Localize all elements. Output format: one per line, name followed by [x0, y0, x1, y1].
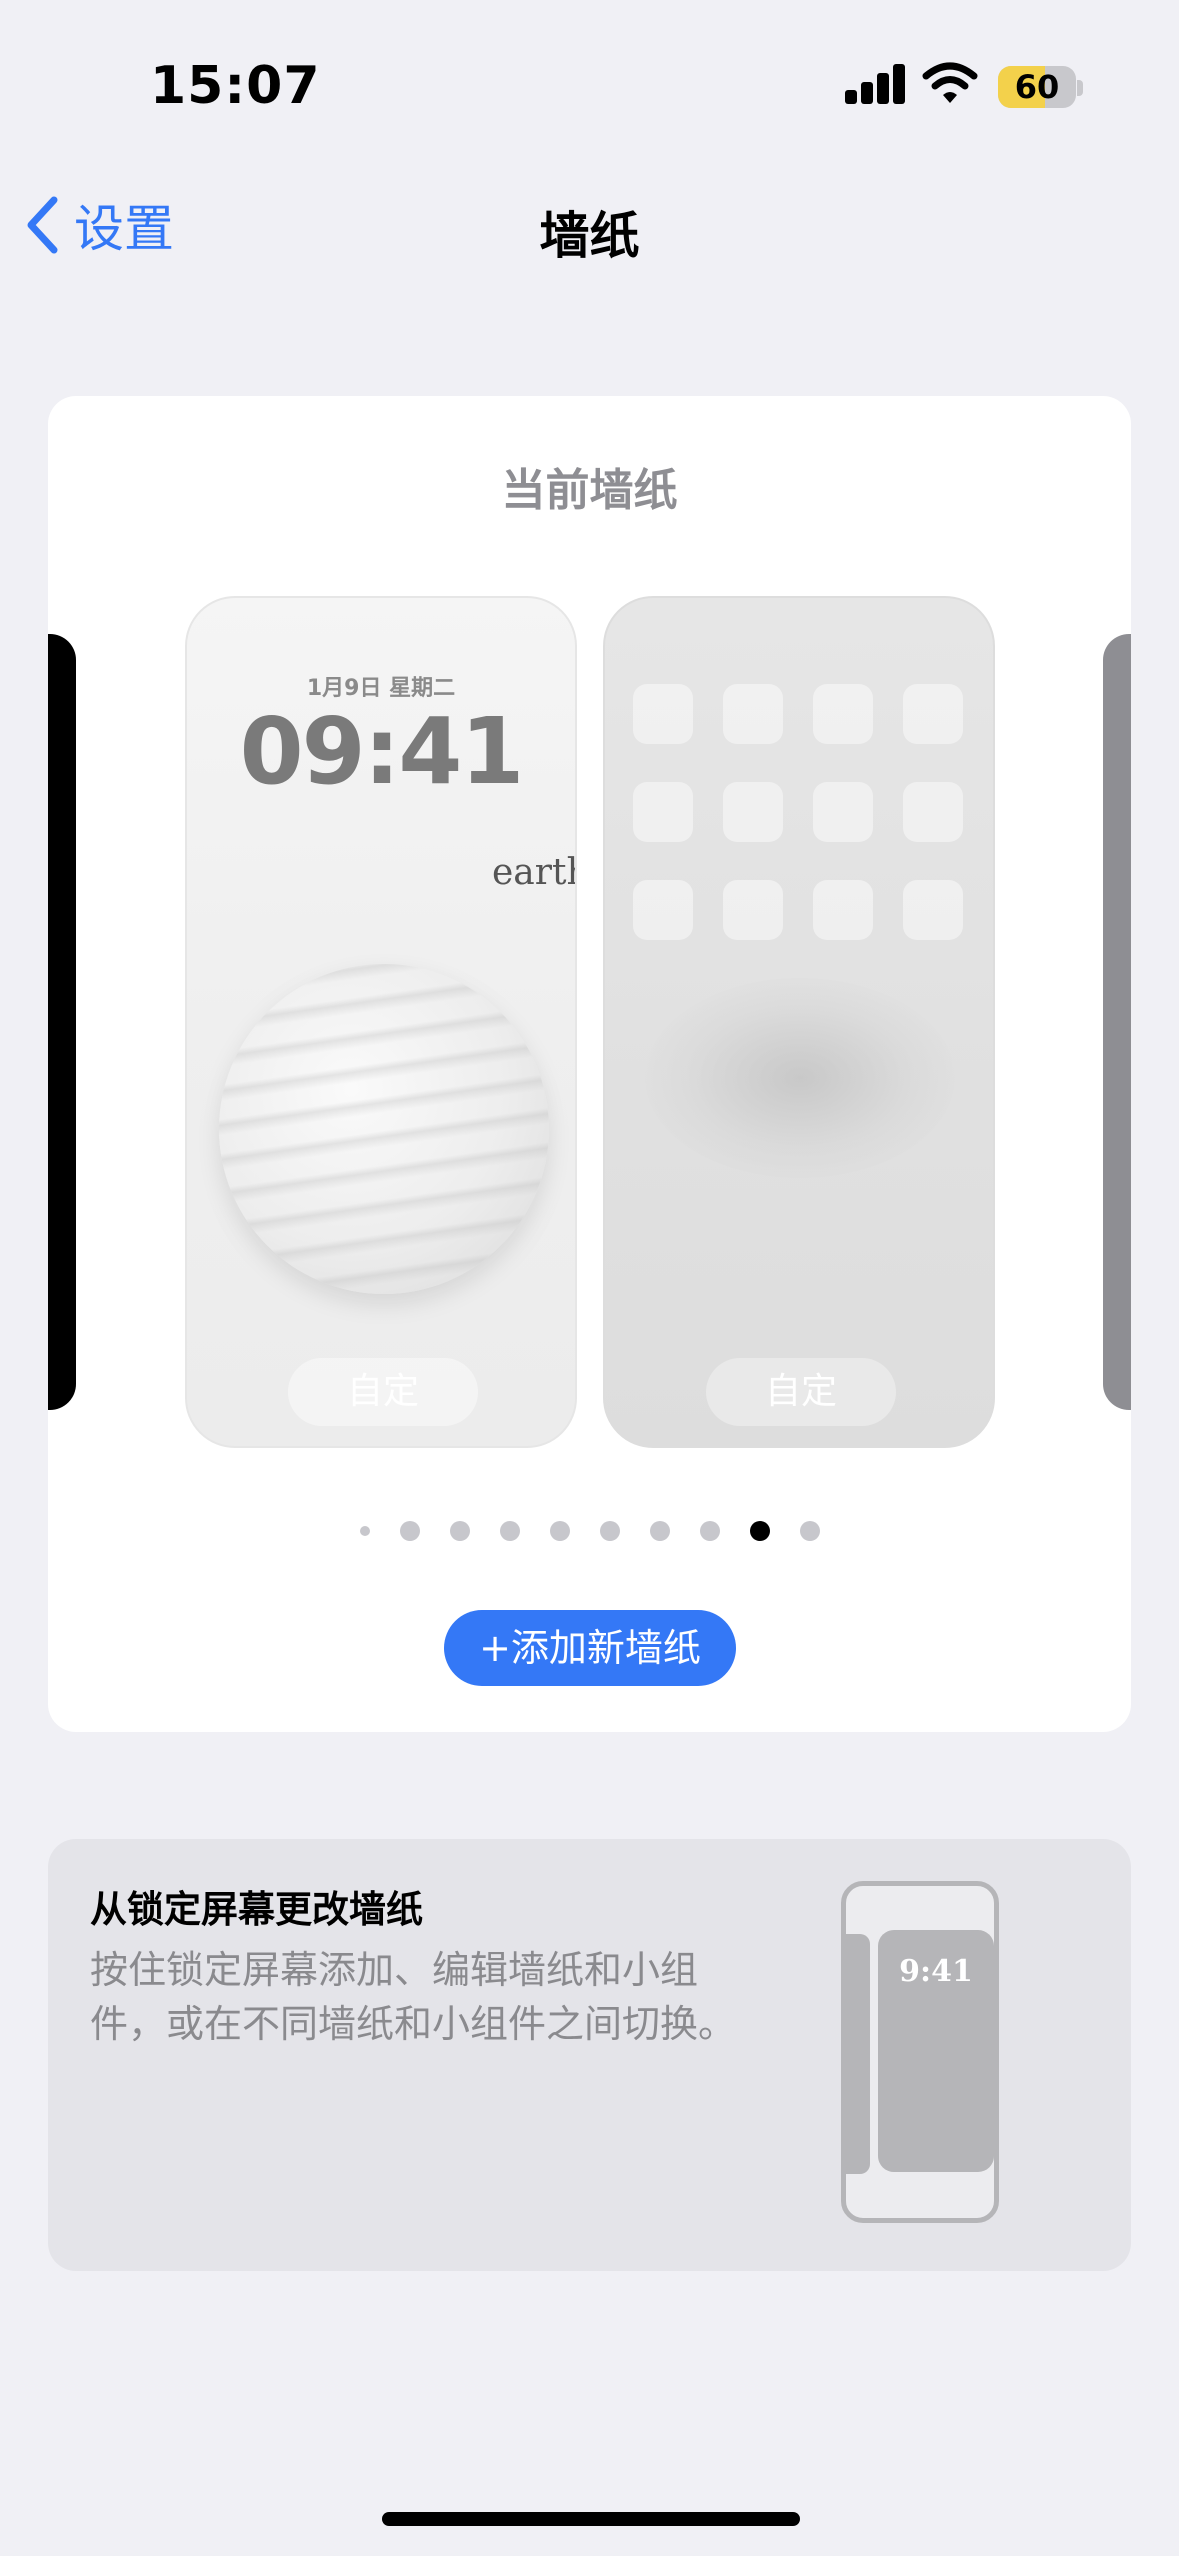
illustration-back-screen — [846, 1934, 870, 2174]
page-dot[interactable] — [649, 1521, 670, 1541]
current-wallpaper-card: 当前墙纸 1月9日 星期二 09:41 earth 自定 自定 +添加新墙纸 — [48, 396, 1131, 1732]
app-icon-placeholder — [633, 684, 693, 744]
battery-icon: 60 — [998, 66, 1076, 108]
app-icon-placeholder — [813, 684, 873, 744]
page-dot[interactable] — [499, 1521, 520, 1541]
card-title: 当前墙纸 — [501, 465, 678, 516]
page-dot[interactable] — [399, 1521, 420, 1541]
app-icon-placeholder — [903, 782, 963, 842]
blurred-wallpaper — [645, 978, 955, 1178]
wifi-icon — [922, 62, 978, 103]
customize-home-screen-button[interactable]: 自定 — [706, 1358, 896, 1426]
phone-illustration: 9:41 — [841, 1881, 999, 2223]
lock-screen-preview[interactable]: 1月9日 星期二 09:41 earth 自定 — [185, 596, 577, 1448]
page-title: 墙纸 — [539, 207, 640, 265]
app-icon-placeholder — [813, 880, 873, 940]
illustration-lock-screen: 9:41 — [878, 1930, 994, 2172]
previous-wallpaper-preview[interactable] — [48, 634, 76, 1410]
page-dot[interactable] — [749, 1521, 770, 1541]
lock-screen-tip-card: 从锁定屏幕更改墙纸 按住锁定屏幕添加、编辑墙纸和小组件，或在不同墙纸和小组件之间… — [48, 1839, 1131, 2271]
app-icon-placeholder — [633, 880, 693, 940]
page-dot[interactable] — [549, 1521, 570, 1541]
illustration-clock: 9:41 — [899, 1954, 973, 1989]
app-icon-placeholder — [723, 782, 783, 842]
app-icon-placeholder — [723, 880, 783, 940]
tip-title: 从锁定屏幕更改墙纸 — [90, 1888, 423, 1931]
lock-screen-clock: 09:41 — [239, 698, 525, 805]
page-indicator[interactable] — [48, 1516, 1131, 1546]
customize-lock-screen-button[interactable]: 自定 — [288, 1358, 478, 1426]
status-time: 15:07 — [150, 56, 321, 116]
wallpaper-overlay-text: earth — [492, 852, 575, 893]
page-dot[interactable] — [799, 1521, 820, 1541]
earth-sphere-image — [219, 964, 549, 1294]
page-dot[interactable] — [599, 1521, 620, 1541]
page-dot[interactable] — [359, 1526, 370, 1536]
battery-level: 60 — [1014, 68, 1060, 106]
add-new-wallpaper-button[interactable]: +添加新墙纸 — [444, 1610, 736, 1686]
page-dot[interactable] — [699, 1521, 720, 1541]
app-icon-placeholder — [813, 782, 873, 842]
app-icon-placeholder — [903, 880, 963, 940]
home-screen-preview[interactable]: 自定 — [603, 596, 995, 1448]
page-dot[interactable] — [449, 1521, 470, 1541]
battery-nub — [1077, 80, 1083, 96]
tip-body: 按住锁定屏幕添加、编辑墙纸和小组件，或在不同墙纸和小组件之间切换。 — [90, 1948, 737, 2046]
app-icon-placeholder — [633, 782, 693, 842]
app-icon-placeholder — [723, 684, 783, 744]
next-wallpaper-preview[interactable] — [1103, 634, 1131, 1410]
app-icon-placeholder — [903, 684, 963, 744]
cellular-signal-icon — [845, 64, 907, 104]
home-indicator[interactable] — [382, 2512, 800, 2526]
